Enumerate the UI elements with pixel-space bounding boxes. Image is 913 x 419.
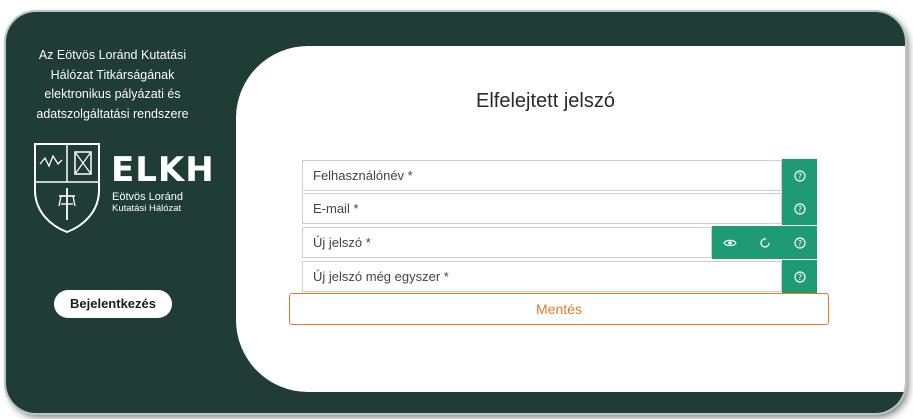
question-circle-icon: ? xyxy=(793,169,806,182)
logo-wordmark: ELKH xyxy=(111,150,215,190)
confirm-password-help-button[interactable]: ? xyxy=(782,260,817,293)
refresh-icon xyxy=(759,237,770,248)
org-line: Az Eötvös Loránd Kutatási xyxy=(38,48,187,62)
username-help-button[interactable]: ? xyxy=(782,159,817,192)
org-line: Hálózat Titkárságának xyxy=(50,67,175,82)
organization-description: Az Eötvös Loránd Kutatási Hálózat Titkár… xyxy=(10,46,215,124)
login-button[interactable]: Bejelentkezés xyxy=(54,290,172,318)
svg-text:?: ? xyxy=(797,204,801,213)
email-field[interactable]: E-mail * xyxy=(302,193,782,224)
question-circle-icon: ? xyxy=(793,202,806,215)
eye-icon xyxy=(722,239,737,246)
svg-text:?: ? xyxy=(797,238,801,247)
email-help-button[interactable]: ? xyxy=(782,192,817,225)
question-circle-icon: ? xyxy=(793,270,806,283)
generate-password-button[interactable] xyxy=(747,226,782,259)
svg-text:?: ? xyxy=(797,272,801,281)
logo-subtitle: Kutatási Hálózat xyxy=(112,203,182,214)
question-circle-icon: ? xyxy=(793,236,806,249)
org-line: adatszolgáltatási rendszere xyxy=(36,106,189,121)
org-line: elektronikus pályázati és xyxy=(44,87,181,101)
elkh-logo: ELKH Eötvös Loránd Kutatási Hálózat xyxy=(31,142,216,234)
new-password-field[interactable]: Új jelszó * xyxy=(302,227,712,258)
sidebar: Az Eötvös Loránd Kutatási Hálózat Titkár… xyxy=(6,12,216,413)
svg-text:?: ? xyxy=(797,171,801,180)
username-field[interactable]: Felhasználónév * xyxy=(302,160,782,191)
show-password-button[interactable] xyxy=(712,226,747,259)
new-password-help-button[interactable]: ? xyxy=(782,226,817,259)
confirm-password-field[interactable]: Új jelszó még egyszer * xyxy=(302,261,782,292)
page-title: Elfelejtett jelszó xyxy=(476,90,615,112)
save-button[interactable]: Mentés xyxy=(289,293,829,325)
logo-subtitle: Eötvös Loránd xyxy=(112,191,183,203)
shield-icon xyxy=(34,143,100,234)
